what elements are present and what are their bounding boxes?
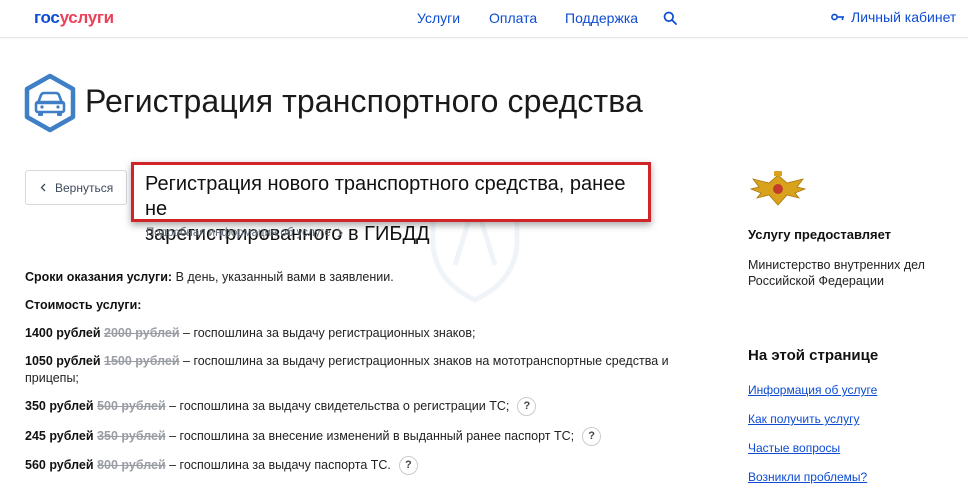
help-icon[interactable]: ? [517,397,537,416]
cost-item: 1400 рублей 2000 рублей – госпошлина за … [25,326,475,340]
logo-part-uslugi: услуги [59,8,115,27]
price-description: – госпошлина за выдачу регистрационных з… [179,326,476,340]
service-subtitle: Регистрация нового транспортного средств… [131,162,651,245]
back-label: Вернуться [55,180,114,195]
price-description: – госпошлина за выдачу регистрационных з… [179,354,669,368]
old-price: 350 рублей [97,428,166,443]
key-icon [831,13,844,21]
price-description: – госпошлина за внесение изменений в выд… [165,428,575,443]
help-icon[interactable]: ? [582,427,602,446]
back-button[interactable]: Вернуться [25,170,127,205]
toc-heading: На этой странице [748,347,879,364]
chevron-right-icon [337,228,343,238]
provider-heading: Услугу предоставляет [748,227,892,242]
cost-item: 560 рублей 800 рублей – госпошлина за вы… [25,456,418,475]
price: 1400 рублей [25,326,101,340]
toc-link-faq[interactable]: Частые вопросы [748,441,840,455]
price: 245 рублей [25,428,94,443]
cost-item: 1050 рублей 1500 рублей – госпошлина за … [25,354,669,368]
provider-line-1: Министерство внутренних дел [748,258,925,272]
price-description: – госпошлина за выдачу паспорта ТС. [165,457,391,472]
more-info-link[interactable]: Подробная информация об услуге [146,227,343,239]
toc-link-how-to[interactable]: Как получить услугу [748,412,859,426]
provider-line-2: Российской Федерации [748,274,884,288]
nav-services[interactable]: Услуги [417,10,460,26]
nav-payment[interactable]: Оплата [489,10,537,26]
subtitle-line-1: Регистрация нового транспортного средств… [145,173,626,220]
old-price: 500 рублей [97,398,166,413]
terms-label: Сроки оказания услуги: [25,270,173,284]
cabinet-label: Личный кабинет [851,9,957,25]
price-description: – госпошлина за выдачу свидетельства о р… [165,398,510,413]
old-price: 2000 рублей [104,326,180,340]
toc-link-problems[interactable]: Возникли проблемы? [748,470,867,484]
top-header: госуслуги Услуги Оплата Поддержка Личный… [0,0,968,38]
help-icon[interactable]: ? [398,456,418,475]
price: 560 рублей [25,457,94,472]
mvd-emblem-icon [749,171,807,206]
terms-value: В день, указанный вами в заявлении. [172,270,394,284]
price: 350 рублей [25,398,94,413]
cost-heading: Стоимость услуги: [25,298,141,312]
toc-link-info[interactable]: Информация об услуге [748,383,877,397]
logo-part-gos: гос [34,8,60,27]
cost-item: 245 рублей 350 рублей – госпошлина за вн… [25,427,602,446]
cost-label: Стоимость услуги: [25,298,142,312]
old-price: 1500 рублей [104,354,180,368]
price: 1050 рублей [25,354,101,368]
more-info-label: Подробная информация об услуге [146,227,331,239]
nav-support[interactable]: Поддержка [565,10,638,26]
personal-cabinet-link[interactable]: Личный кабинет [831,9,956,25]
provider-name: Министерство внутренних дел Российской Ф… [748,257,948,289]
old-price: 800 рублей [97,457,166,472]
search-icon[interactable] [663,11,677,25]
page-title: Регистрация транспортного средства [85,83,643,119]
car-icon [24,73,76,133]
cost-item: 350 рублей 500 рублей – госпошлина за вы… [25,397,537,416]
cost-item-continuation: прицепы; [25,371,79,385]
terms-line: Сроки оказания услуги: В день, указанный… [25,270,394,284]
gosuslugi-logo[interactable]: госуслуги [34,8,114,28]
chevron-left-icon [40,183,46,192]
